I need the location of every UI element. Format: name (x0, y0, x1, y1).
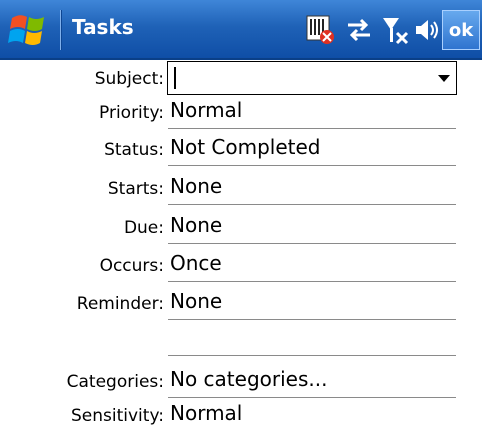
reminder-label: Reminder: (76, 294, 164, 314)
blank-row[interactable] (0, 322, 482, 358)
blank-underline (168, 355, 456, 356)
reminder-row[interactable]: Reminder: None (0, 286, 482, 322)
chevron-down-icon[interactable] (438, 75, 450, 82)
occurs-underline (168, 281, 456, 282)
status-row[interactable]: Status: Not Completed (0, 132, 482, 168)
no-signal-icon[interactable] (380, 13, 410, 47)
starts-value[interactable]: None (170, 174, 222, 198)
occurs-value[interactable]: Once (170, 251, 222, 275)
categories-label: Categories: (66, 372, 164, 392)
reminder-value[interactable]: None (170, 289, 222, 313)
sensitivity-label: Sensitivity: (71, 406, 164, 426)
no-sim-icon[interactable] (304, 13, 336, 47)
priority-row[interactable]: Priority: Normal (0, 95, 482, 131)
status-label: Status: (104, 140, 164, 160)
occurs-label: Occurs: (99, 256, 164, 276)
app-title: Tasks (72, 15, 134, 39)
volume-icon[interactable] (412, 13, 440, 47)
due-row[interactable]: Due: None (0, 210, 482, 246)
reminder-underline (168, 319, 456, 320)
priority-underline (168, 128, 456, 129)
windows-start-icon[interactable] (6, 8, 52, 52)
priority-label: Priority: (99, 103, 164, 123)
starts-row[interactable]: Starts: None (0, 171, 482, 207)
subject-field[interactable] (167, 61, 457, 95)
due-underline (168, 243, 456, 244)
title-bar: Tasks ok (0, 0, 482, 60)
title-separator (60, 10, 61, 50)
status-underline (168, 165, 456, 166)
subject-label: Subject: (94, 69, 164, 89)
sensitivity-value[interactable]: Normal (170, 401, 242, 425)
occurs-row[interactable]: Occurs: Once (0, 248, 482, 284)
categories-value[interactable]: No categories... (170, 367, 327, 391)
sensitivity-row[interactable]: Sensitivity: Normal (0, 398, 482, 434)
priority-value[interactable]: Normal (170, 98, 242, 122)
due-value[interactable]: None (170, 213, 222, 237)
starts-label: Starts: (107, 179, 164, 199)
text-caret (174, 67, 176, 89)
starts-underline (168, 204, 456, 205)
ok-button[interactable]: ok (442, 10, 480, 50)
status-value[interactable]: Not Completed (170, 135, 320, 159)
connectivity-icon[interactable] (344, 13, 374, 47)
due-label: Due: (123, 218, 164, 238)
categories-row[interactable]: Categories: No categories... (0, 364, 482, 400)
